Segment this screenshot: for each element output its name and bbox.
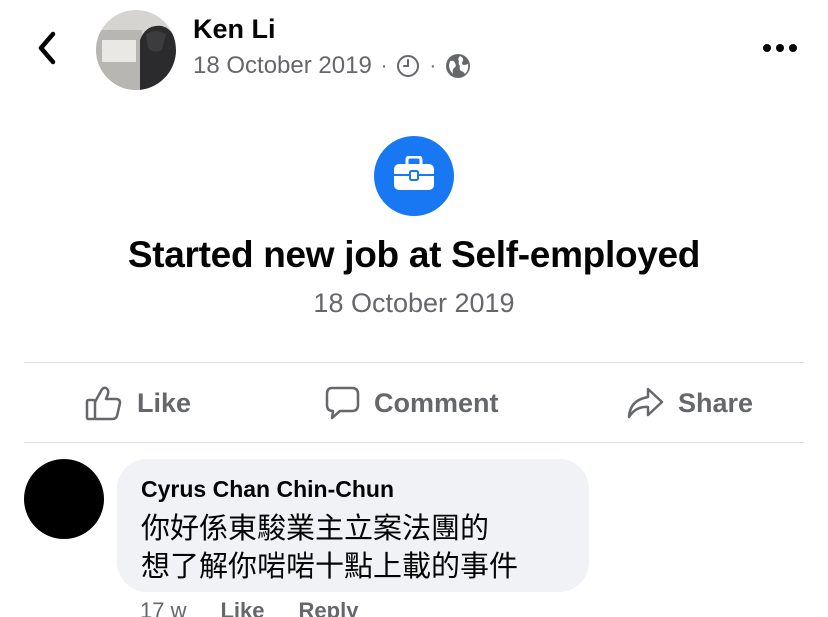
comment-meta: 17 w Like Reply bbox=[140, 598, 392, 617]
globe-icon[interactable] bbox=[445, 53, 471, 79]
share-arrow-icon bbox=[626, 386, 678, 420]
more-dots-icon bbox=[762, 40, 798, 58]
briefcase-icon bbox=[393, 155, 435, 197]
comment-reply-button[interactable]: Reply bbox=[299, 598, 359, 617]
author-name[interactable]: Ken Li bbox=[193, 14, 276, 45]
comment-bubble: Cyrus Chan Chin-Chun 你好係東駿業主立案法團的 想了解你啱啱… bbox=[117, 459, 589, 592]
divider-top bbox=[24, 362, 804, 363]
comment-label: Comment bbox=[374, 387, 499, 418]
author-avatar[interactable] bbox=[96, 10, 176, 90]
share-button[interactable]: Share bbox=[626, 380, 753, 426]
back-button[interactable] bbox=[30, 28, 64, 72]
commenter-name[interactable]: Cyrus Chan Chin-Chun bbox=[141, 476, 394, 503]
life-event-title: Started new job at Self-employed bbox=[127, 234, 701, 275]
share-label: Share bbox=[678, 387, 754, 418]
comment-time: 17 w bbox=[140, 598, 187, 617]
meta-separator: · bbox=[429, 54, 437, 77]
post-page: Ken Li 18 October 2019 · · Started new j… bbox=[0, 0, 828, 617]
divider-bottom bbox=[24, 442, 804, 443]
comment-bubble-icon bbox=[324, 385, 374, 421]
commenter-avatar[interactable] bbox=[24, 459, 104, 539]
comment-like-button[interactable]: Like bbox=[220, 598, 264, 617]
more-options-button[interactable] bbox=[758, 34, 802, 64]
comment-text-line: 你好係東駿業主立案法團的 bbox=[141, 511, 490, 545]
comment-text-line: 想了解你啱啱十點上載的事件 bbox=[141, 549, 519, 583]
comment-button[interactable]: Comment bbox=[324, 380, 499, 426]
meta-separator: · bbox=[380, 54, 388, 77]
post-meta: 18 October 2019 · · bbox=[193, 52, 471, 80]
life-event-badge bbox=[374, 136, 454, 216]
like-button[interactable]: Like bbox=[85, 380, 191, 426]
post-date[interactable]: 18 October 2019 bbox=[193, 52, 372, 80]
comment-text: 你好係東駿業主立案法團的 想了解你啱啱十點上載的事件 bbox=[141, 509, 581, 585]
thumbs-up-icon bbox=[85, 385, 137, 421]
clock-icon bbox=[396, 54, 420, 78]
life-event-date: 18 October 2019 bbox=[313, 288, 515, 318]
like-label: Like bbox=[137, 387, 192, 418]
chevron-left-icon bbox=[37, 31, 57, 70]
